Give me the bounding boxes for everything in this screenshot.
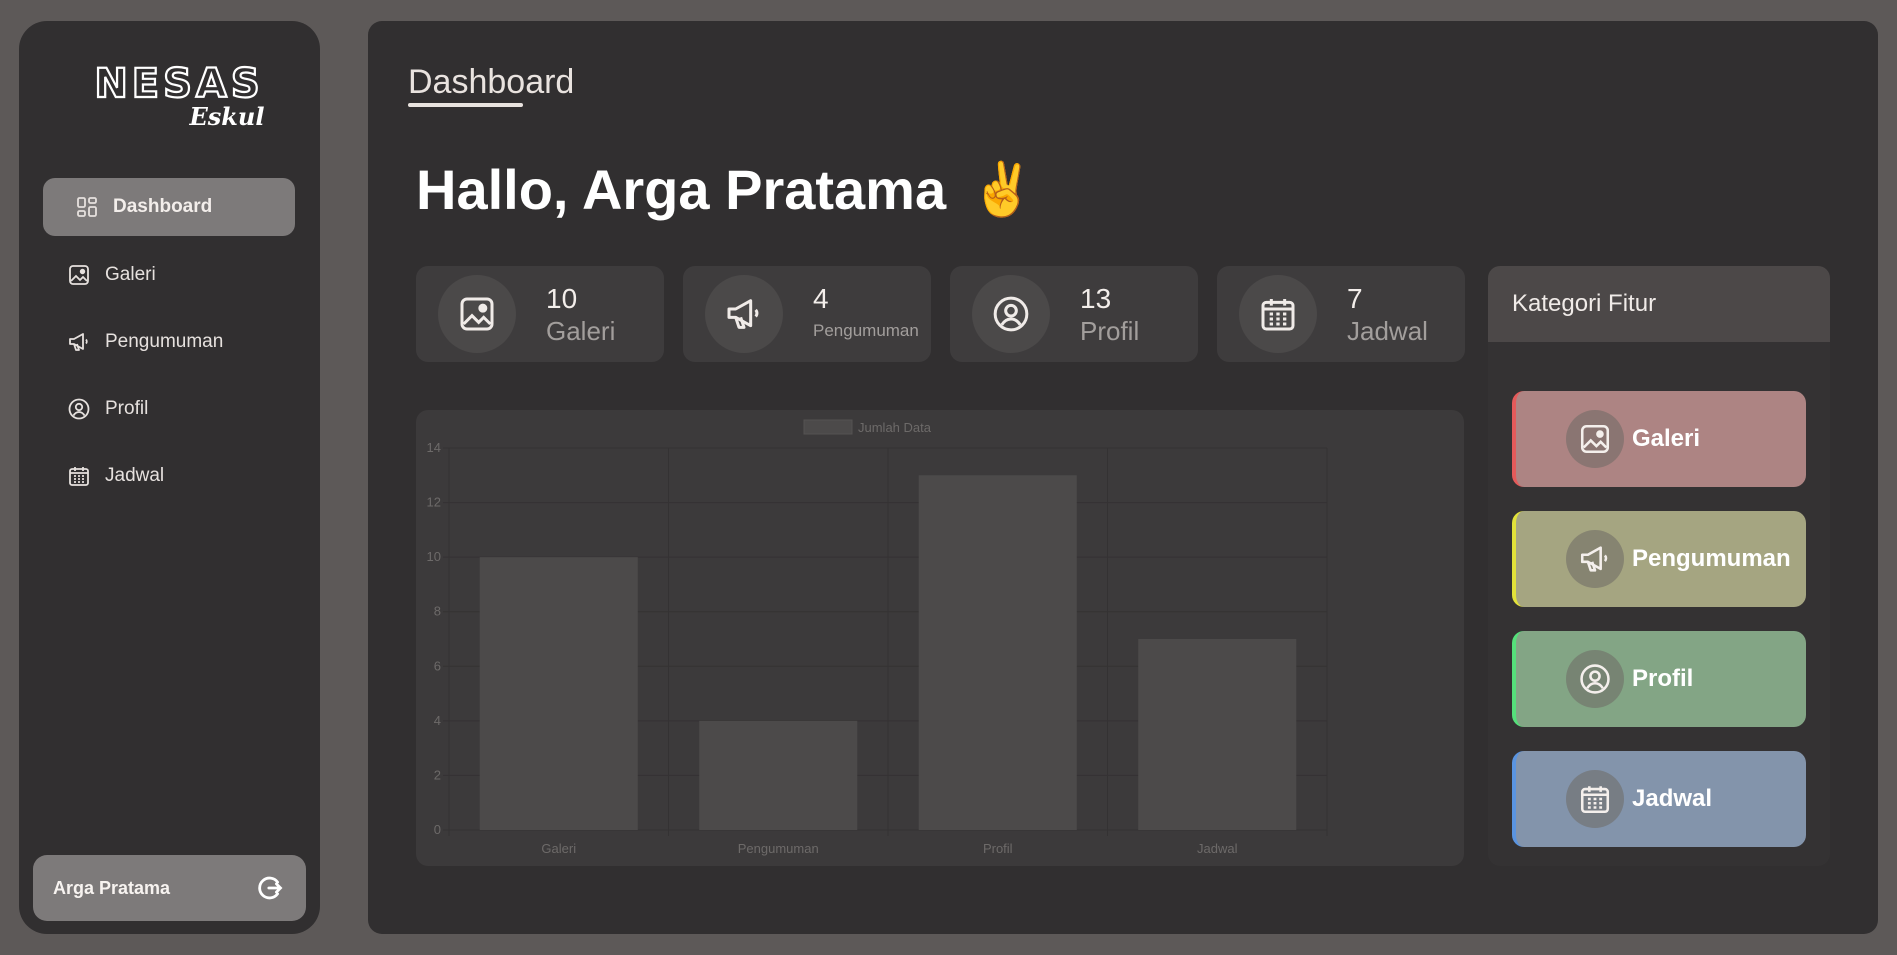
stat-label: Pengumuman — [813, 321, 919, 340]
kategori-fitur-panel: Kategori Fitur Galeri Pengumuman Profil … — [1488, 266, 1830, 866]
stat-card-jadwal: 7 Jadwal — [1217, 266, 1465, 362]
sidebar-item-label: Dashboard — [113, 196, 213, 217]
stat-card-pengumuman: 4 Pengumuman — [683, 266, 931, 362]
sidebar-item-label: Pengumuman — [105, 331, 224, 352]
stat-card-profil: 13 Profil — [950, 266, 1198, 362]
x-tick-label: Profil — [983, 841, 1013, 856]
sidebar: NESAS Eskul Dashboard Galeri Pengumuman … — [19, 21, 320, 934]
greeting: Hallo, Arga Pratama ✌️ — [416, 157, 1035, 222]
nesas-eskul-logo[interactable]: NESAS Eskul — [79, 57, 279, 137]
logout-icon — [258, 876, 283, 900]
stat-label: Jadwal — [1347, 316, 1428, 346]
y-tick-label: 2 — [434, 767, 441, 782]
calendar-icon — [1261, 299, 1295, 331]
feature-icon-circle — [1566, 530, 1624, 588]
stat-icon-circle — [705, 275, 783, 353]
title-underline — [408, 103, 523, 107]
stat-label: Galeri — [546, 316, 616, 346]
logo-sub-text: Eskul — [189, 102, 265, 131]
sidebar-item-pengumuman[interactable]: Pengumuman — [43, 313, 295, 371]
sidebar-item-dashboard[interactable]: Dashboard — [43, 178, 295, 236]
feature-icon-circle — [1566, 410, 1624, 468]
page-title: Dashboard — [408, 63, 575, 101]
stat-icon-circle — [438, 275, 516, 353]
feature-card-galeri[interactable]: Galeri — [1512, 391, 1806, 487]
image-icon — [460, 297, 494, 331]
kategori-title: Kategori Fitur — [1488, 266, 1830, 342]
feature-card-pengumuman[interactable]: Pengumuman — [1512, 511, 1806, 607]
feature-label: Profil — [1632, 665, 1694, 692]
greeting-text: Hallo, Arga Pratama — [416, 158, 947, 221]
x-tick-label: Galeri — [541, 841, 576, 856]
feature-card-jadwal[interactable]: Jadwal — [1512, 751, 1806, 847]
image-icon — [1580, 424, 1610, 454]
bar-galeri — [479, 557, 638, 830]
legend-swatch — [803, 419, 853, 435]
user-circle-icon — [1580, 664, 1610, 694]
dashboard-icon — [77, 197, 97, 217]
megaphone-icon — [1580, 546, 1608, 572]
stat-icon-circle — [972, 275, 1050, 353]
bar-chart: 0 2 4 6 8 10 12 14 Galeri Pengumuman Profil Jadwal J… — [427, 419, 1328, 856]
feature-label: Jadwal — [1632, 785, 1713, 812]
logout-button[interactable] — [254, 872, 286, 904]
stat-label: Profil — [1080, 316, 1140, 346]
sidebar-item-profil[interactable]: Profil — [43, 380, 295, 438]
megaphone-icon — [727, 299, 759, 329]
user-circle-icon — [68, 398, 90, 420]
megaphone-icon — [69, 333, 88, 351]
feature-label: Galeri — [1632, 425, 1701, 452]
sidebar-item-label: Galeri — [105, 264, 156, 285]
bar-jadwal — [1138, 639, 1297, 830]
bar-profil — [918, 475, 1077, 830]
feature-label: Pengumuman — [1632, 545, 1791, 572]
stat-value: 10 — [546, 283, 578, 314]
x-tick-label: Jadwal — [1197, 841, 1238, 856]
sidebar-item-label: Profil — [105, 398, 149, 419]
main-content: Dashboard Hallo, Arga Pratama ✌️ 10 Gale… — [368, 21, 1878, 934]
stat-value: 4 — [813, 283, 829, 314]
sidebar-item-galeri[interactable]: Galeri — [43, 246, 295, 304]
x-tick-label: Pengumuman — [738, 841, 819, 856]
feature-icon-circle — [1566, 650, 1624, 708]
stat-icon-circle — [1239, 275, 1317, 353]
legend-label: Jumlah Data — [858, 420, 932, 435]
calendar-icon — [1580, 786, 1610, 814]
bar-chart-card: 0 2 4 6 8 10 12 14 Galeri Pengumuman Profil Jadwal J… — [416, 410, 1464, 866]
user-circle-icon — [993, 296, 1029, 332]
user-name: Arga Pratama — [53, 877, 171, 898]
stat-value: 7 — [1347, 283, 1363, 314]
sidebar-item-label: Jadwal — [105, 465, 165, 486]
y-tick-label: 14 — [427, 440, 441, 455]
y-tick-label: 6 — [434, 658, 441, 673]
feature-card-profil[interactable]: Profil — [1512, 631, 1806, 727]
bar-pengumuman — [699, 720, 858, 830]
y-tick-label: 8 — [434, 604, 441, 619]
y-tick-label: 0 — [434, 822, 441, 837]
stat-value: 13 — [1080, 283, 1112, 314]
image-icon — [69, 265, 89, 285]
y-tick-label: 4 — [434, 713, 441, 728]
y-tick-label: 12 — [427, 495, 441, 510]
feature-icon-circle — [1566, 770, 1624, 828]
user-profile-box: Arga Pratama — [33, 855, 306, 921]
stat-card-galeri: 10 Galeri — [416, 266, 664, 362]
y-tick-label: 10 — [427, 549, 441, 564]
victory-hand-emoji: ✌️ — [970, 161, 1035, 219]
logo-main-text: NESAS — [94, 61, 263, 107]
sidebar-item-jadwal[interactable]: Jadwal — [43, 447, 295, 505]
calendar-icon — [69, 467, 89, 486]
